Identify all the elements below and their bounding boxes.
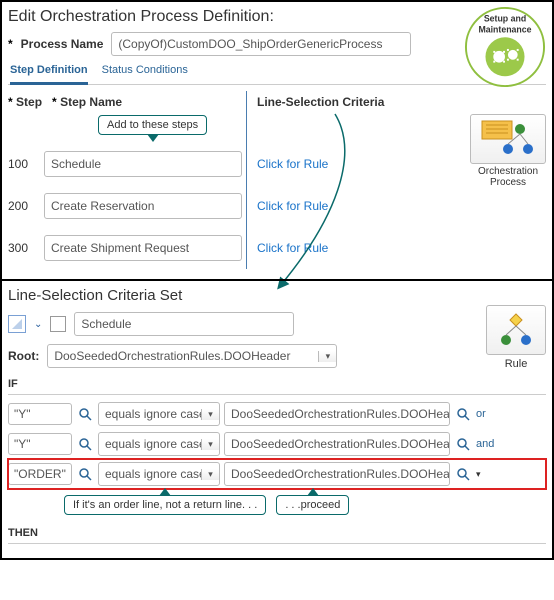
search-icon[interactable] — [76, 435, 94, 453]
enable-checkbox[interactable] — [50, 316, 66, 332]
edit-orch-process-panel: Edit Orchestration Process Definition: *… — [0, 0, 554, 281]
search-icon[interactable] — [454, 405, 472, 423]
step-name-input[interactable]: Create Shipment Request — [44, 235, 242, 261]
operator-value: equals ignore case — [99, 407, 201, 421]
rhs-value: DooSeededOrchestrationRules.DOOHeade — [225, 407, 449, 421]
condition-row: "Y" equals ignore case ▾ DooSeededOrches… — [8, 429, 546, 459]
chevron-down-icon: ▾ — [201, 409, 219, 420]
chevron-down-icon: ▾ — [201, 469, 219, 480]
step-name-input[interactable]: Schedule — [44, 151, 242, 177]
setup-maintenance-badge: Setup and Maintenance — [464, 6, 546, 88]
root-label: Root: — [8, 349, 39, 363]
chevron-down-icon: ▾ — [318, 351, 336, 362]
step-row: 300 Create Shipment Request — [8, 227, 242, 269]
collapse-toggle-icon[interactable] — [8, 315, 26, 333]
rhs-select[interactable]: DooSeededOrchestrationRules.DOOHeade — [224, 402, 450, 426]
criteria-name-input[interactable] — [74, 312, 294, 336]
click-for-rule-link[interactable]: Click for Rule — [257, 227, 546, 269]
operator-select[interactable]: equals ignore case ▾ — [98, 402, 220, 426]
process-name-label: Process Name — [21, 37, 104, 51]
step-number: 100 — [8, 157, 36, 171]
search-icon[interactable] — [454, 465, 472, 483]
search-icon[interactable] — [454, 435, 472, 453]
rhs-select[interactable]: DooSeededOrchestrationRules.DOOHeade — [224, 462, 450, 486]
operator-select[interactable]: equals ignore case ▾ — [98, 462, 220, 486]
rhs-select[interactable]: DooSeededOrchestrationRules.DOOHeade — [224, 432, 450, 456]
orchestration-process-badge: Orchestration Process — [470, 114, 546, 188]
step-name-input[interactable]: Create Reservation — [44, 193, 242, 219]
callout-if-order-line: If it's an order line, not a return line… — [64, 495, 266, 515]
orchestration-process-label: Orchestration Process — [470, 166, 546, 188]
connector-and[interactable]: and — [476, 438, 498, 450]
rhs-value: DooSeededOrchestrationRules.DOOHeade — [225, 467, 449, 481]
chevron-down-icon[interactable]: ⌄ — [34, 319, 42, 330]
root-row: Root: DooSeededOrchestrationRules.DOOHea… — [8, 344, 546, 368]
if-label: IF — [8, 376, 546, 395]
chevron-down-icon[interactable]: ▾ — [476, 469, 481, 480]
col-step: Step — [16, 95, 42, 109]
search-icon[interactable] — [76, 405, 94, 423]
operator-value: equals ignore case — [99, 437, 201, 451]
operator-value: equals ignore case — [99, 467, 201, 481]
step-number: 300 — [8, 241, 36, 255]
connector-or[interactable]: or — [476, 408, 498, 420]
section-title: Line-Selection Criteria Set — [8, 287, 546, 304]
criteria-toolbar: ⌄ — [8, 312, 546, 336]
lhs-value-input[interactable]: "Y" — [8, 403, 72, 425]
col-step-name: Step Name — [60, 95, 122, 109]
condition-row: "Y" equals ignore case ▾ DooSeededOrches… — [8, 399, 546, 429]
root-select[interactable]: DooSeededOrchestrationRules.DOOHeader ▾ — [47, 344, 337, 368]
condition-row-highlight: "ORDER" equals ignore case ▾ DooSeededOr… — [8, 459, 546, 489]
step-row: 100 Schedule — [8, 143, 242, 185]
rule-badge: Rule — [486, 305, 546, 370]
chevron-down-icon: ▾ — [201, 439, 219, 450]
step-number: 200 — [8, 199, 36, 213]
tab-status-conditions[interactable]: Status Conditions — [102, 60, 188, 84]
then-label: THEN — [8, 525, 546, 544]
process-name-input[interactable] — [111, 32, 411, 56]
required-star-icon: * — [8, 37, 13, 51]
tab-step-definition[interactable]: Step Definition — [10, 60, 88, 85]
svg-text:Setup and: Setup and — [484, 14, 526, 24]
lhs-value-input[interactable]: "ORDER" — [8, 463, 72, 485]
step-row: 200 Create Reservation — [8, 185, 242, 227]
svg-text:Maintenance: Maintenance — [478, 24, 531, 34]
callout-proceed: . . .proceed — [276, 495, 349, 515]
steps-area: * Step * Step Name Add to these steps 10… — [8, 91, 546, 269]
root-value: DooSeededOrchestrationRules.DOOHeader — [48, 349, 318, 363]
operator-select[interactable]: equals ignore case ▾ — [98, 432, 220, 456]
line-selection-criteria-panel: Line-Selection Criteria Set Rule ⌄ Root:… — [0, 279, 554, 560]
rule-label: Rule — [486, 358, 546, 370]
search-icon[interactable] — [76, 465, 94, 483]
callout-add-to-steps: Add to these steps — [98, 115, 207, 135]
rhs-value: DooSeededOrchestrationRules.DOOHeade — [225, 437, 449, 451]
lhs-value-input[interactable]: "Y" — [8, 433, 72, 455]
click-for-rule-link[interactable]: Click for Rule — [257, 185, 546, 227]
